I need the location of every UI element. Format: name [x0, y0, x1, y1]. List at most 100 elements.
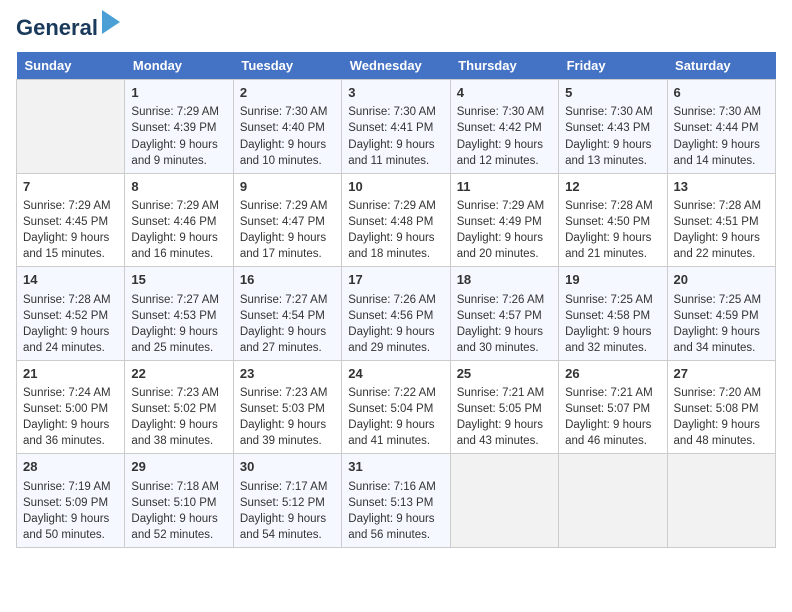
calendar-week-row: 7 Sunrise: 7:29 AM Sunset: 4:45 PM Daylight… [17, 173, 776, 267]
sunset-text: Sunset: 4:39 PM [131, 122, 216, 134]
daylight-text: Daylight: 9 hours and 22 minutes. [674, 232, 760, 260]
sunrise-text: Sunrise: 7:30 AM [565, 106, 653, 118]
day-number: 15 [131, 271, 226, 289]
daylight-text: Daylight: 9 hours and 52 minutes. [131, 513, 217, 541]
sunrise-text: Sunrise: 7:30 AM [457, 106, 545, 118]
day-number: 17 [348, 271, 443, 289]
day-number: 14 [23, 271, 118, 289]
day-number: 21 [23, 365, 118, 383]
sunset-text: Sunset: 4:42 PM [457, 122, 542, 134]
daylight-text: Daylight: 9 hours and 38 minutes. [131, 419, 217, 447]
day-number: 29 [131, 458, 226, 476]
calendar-cell: 1Sunrise: 7:29 AMSunset: 4:39 PMDaylight… [125, 80, 233, 174]
sunrise-text: Sunrise: 7:20 AM [674, 387, 762, 399]
sunset-text: Sunset: 4:40 PM [240, 122, 325, 134]
day-number: 26 [565, 365, 660, 383]
day-number: 24 [348, 365, 443, 383]
daylight-text: Daylight: 9 hours and 18 minutes. [348, 232, 434, 260]
calendar-cell: 28Sunrise: 7:19 AMSunset: 5:09 PMDayligh… [17, 454, 125, 548]
calendar-cell: 27Sunrise: 7:20 AMSunset: 5:08 PMDayligh… [667, 360, 775, 454]
calendar-cell: 3Sunrise: 7:30 AMSunset: 4:41 PMDaylight… [342, 80, 450, 174]
sunrise-text: Sunrise: 7:27 AM [131, 294, 219, 306]
daylight-text: Daylight: 9 hours and 13 minutes. [565, 139, 651, 167]
sunrise-text: Sunrise: 7:23 AM [131, 387, 219, 399]
sunset-text: Sunset: 5:08 PM [674, 403, 759, 415]
column-header-monday: Monday [125, 52, 233, 80]
sunrise-text: Sunrise: 7:18 AM [131, 481, 219, 493]
day-number: 6 [674, 84, 769, 102]
daylight-text: Daylight: 9 hours and 12 minutes. [457, 139, 543, 167]
day-number: 16 [240, 271, 335, 289]
page-header: General [16, 16, 776, 40]
sunset-text: Sunset: 4:59 PM [674, 310, 759, 322]
sunrise-text: Sunrise: 7:24 AM [23, 387, 111, 399]
day-number: 18 [457, 271, 552, 289]
calendar-cell [667, 454, 775, 548]
calendar-cell: 29 Sunrise: 7:18 AM Sunset: 5:10 PM Dayligh… [125, 454, 233, 548]
sunrise-text: Sunrise: 7:28 AM [674, 200, 762, 212]
column-header-tuesday: Tuesday [233, 52, 341, 80]
daylight-text: Daylight: 9 hours and 15 minutes. [23, 232, 109, 260]
day-number: 13 [674, 178, 769, 196]
sunset-text: Sunset: 5:13 PM [348, 497, 433, 509]
calendar-cell: 24Sunrise: 7:22 AMSunset: 5:04 PMDayligh… [342, 360, 450, 454]
daylight-text: Daylight: 9 hours and 56 minutes. [348, 513, 434, 541]
calendar-cell: 22Sunrise: 7:23 AMSunset: 5:02 PMDayligh… [125, 360, 233, 454]
daylight-text: Daylight: 9 hours and 34 minutes. [674, 326, 760, 354]
calendar-header-row: SundayMondayTuesdayWednesdayThursdayFrid… [17, 52, 776, 80]
sunset-text: Sunset: 4:54 PM [240, 310, 325, 322]
day-number: 22 [131, 365, 226, 383]
sunrise-text: Sunrise: 7:28 AM [565, 200, 653, 212]
calendar-cell: 6Sunrise: 7:30 AMSunset: 4:44 PMDaylight… [667, 80, 775, 174]
sunset-text: Sunset: 4:51 PM [674, 216, 759, 228]
calendar-cell: 15Sunrise: 7:27 AMSunset: 4:53 PMDayligh… [125, 267, 233, 361]
sunset-text: Sunset: 4:49 PM [457, 216, 542, 228]
daylight-text: Daylight: 9 hours and 41 minutes. [348, 419, 434, 447]
daylight-text: Daylight: 9 hours and 9 minutes. [131, 139, 217, 167]
calendar-cell: 13 Sunrise: 7:28 AM Sunset: 4:51 PM Dayligh… [667, 173, 775, 267]
sunrise-text: Sunrise: 7:30 AM [348, 106, 436, 118]
calendar-cell [559, 454, 667, 548]
sunset-text: Sunset: 4:43 PM [565, 122, 650, 134]
sunset-text: Sunset: 4:47 PM [240, 216, 325, 228]
sunrise-text: Sunrise: 7:29 AM [23, 200, 111, 212]
sunset-text: Sunset: 5:10 PM [131, 497, 216, 509]
calendar-cell [450, 454, 558, 548]
sunrise-text: Sunrise: 7:28 AM [23, 294, 111, 306]
sunset-text: Sunset: 4:45 PM [23, 216, 108, 228]
sunset-text: Sunset: 4:48 PM [348, 216, 433, 228]
calendar-week-row: 14Sunrise: 7:28 AMSunset: 4:52 PMDayligh… [17, 267, 776, 361]
logo-text: General [16, 16, 98, 40]
day-number: 10 [348, 178, 443, 196]
daylight-text: Daylight: 9 hours and 16 minutes. [131, 232, 217, 260]
daylight-text: Daylight: 9 hours and 46 minutes. [565, 419, 651, 447]
day-number: 7 [23, 178, 118, 196]
sunrise-text: Sunrise: 7:29 AM [131, 106, 219, 118]
calendar-cell: 7 Sunrise: 7:29 AM Sunset: 4:45 PM Daylight… [17, 173, 125, 267]
calendar-cell: 21Sunrise: 7:24 AMSunset: 5:00 PMDayligh… [17, 360, 125, 454]
sunrise-text: Sunrise: 7:30 AM [674, 106, 762, 118]
daylight-text: Daylight: 9 hours and 21 minutes. [565, 232, 651, 260]
daylight-text: Daylight: 9 hours and 54 minutes. [240, 513, 326, 541]
column-header-sunday: Sunday [17, 52, 125, 80]
sunset-text: Sunset: 5:05 PM [457, 403, 542, 415]
calendar-cell: 31Sunrise: 7:16 AMSunset: 5:13 PMDayligh… [342, 454, 450, 548]
calendar-cell: 18Sunrise: 7:26 AMSunset: 4:57 PMDayligh… [450, 267, 558, 361]
calendar-cell: 14Sunrise: 7:28 AMSunset: 4:52 PMDayligh… [17, 267, 125, 361]
sunrise-text: Sunrise: 7:17 AM [240, 481, 328, 493]
daylight-text: Daylight: 9 hours and 24 minutes. [23, 326, 109, 354]
calendar-cell: 2Sunrise: 7:30 AMSunset: 4:40 PMDaylight… [233, 80, 341, 174]
daylight-text: Daylight: 9 hours and 17 minutes. [240, 232, 326, 260]
calendar-cell: 25Sunrise: 7:21 AMSunset: 5:05 PMDayligh… [450, 360, 558, 454]
daylight-text: Daylight: 9 hours and 11 minutes. [348, 139, 434, 167]
daylight-text: Daylight: 9 hours and 10 minutes. [240, 139, 326, 167]
calendar-cell: 26Sunrise: 7:21 AMSunset: 5:07 PMDayligh… [559, 360, 667, 454]
sunset-text: Sunset: 4:56 PM [348, 310, 433, 322]
calendar-cell: 11Sunrise: 7:29 AMSunset: 4:49 PMDayligh… [450, 173, 558, 267]
day-number: 25 [457, 365, 552, 383]
calendar-cell: 30Sunrise: 7:17 AMSunset: 5:12 PMDayligh… [233, 454, 341, 548]
sunset-text: Sunset: 4:44 PM [674, 122, 759, 134]
calendar-cell: 16Sunrise: 7:27 AMSunset: 4:54 PMDayligh… [233, 267, 341, 361]
day-number: 20 [674, 271, 769, 289]
sunrise-text: Sunrise: 7:26 AM [457, 294, 545, 306]
